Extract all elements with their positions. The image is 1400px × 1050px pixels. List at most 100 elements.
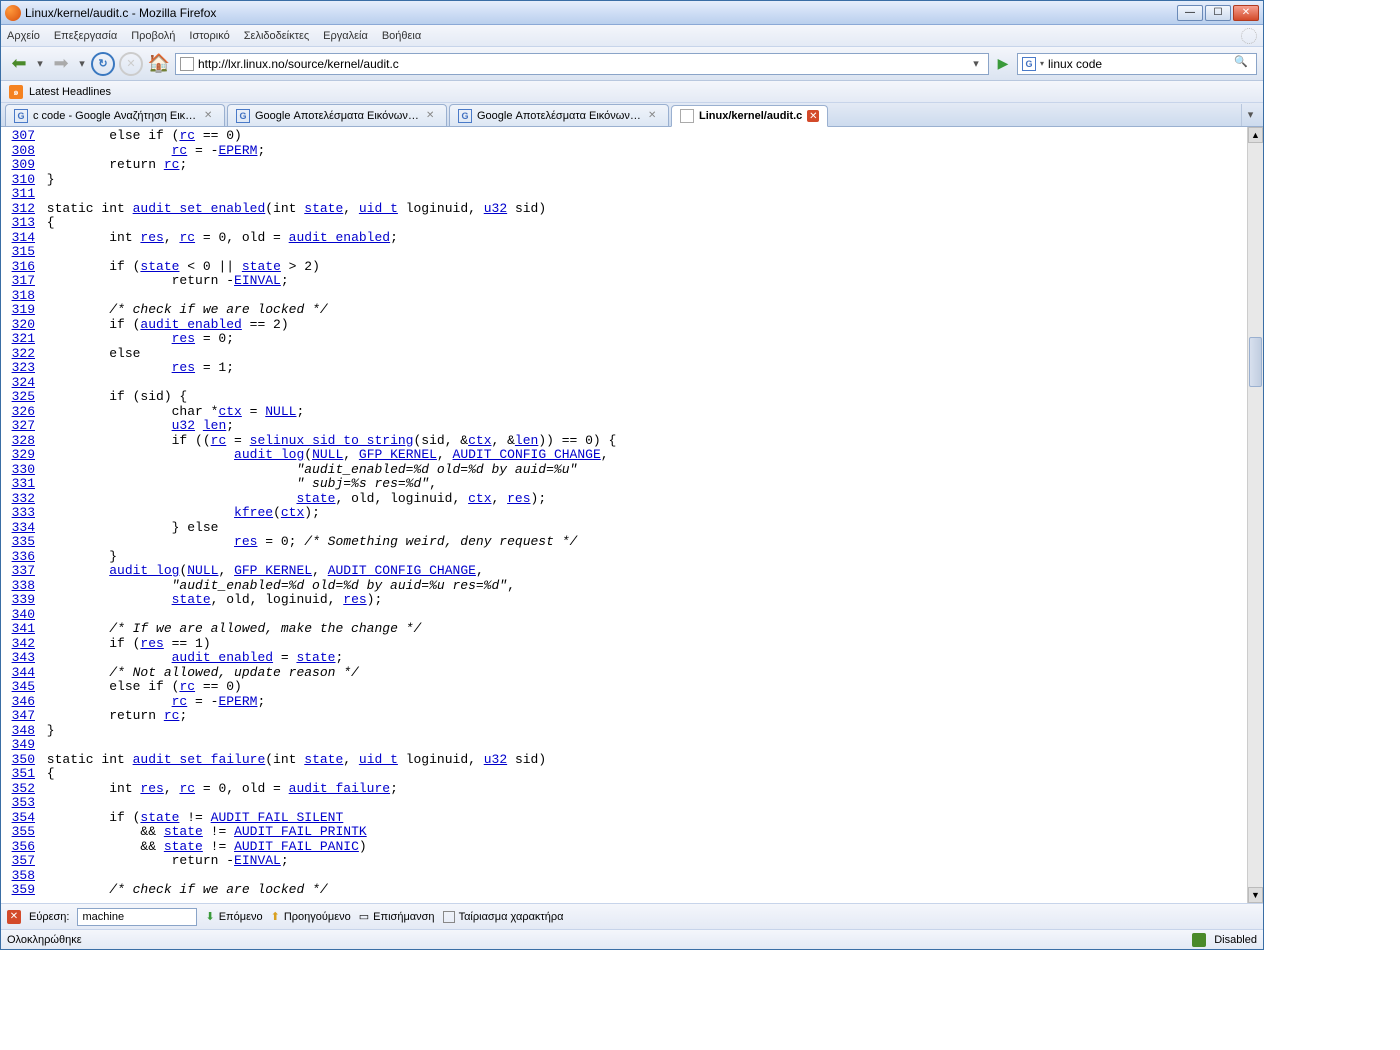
back-button[interactable]: ⬅: [7, 52, 31, 76]
line-number[interactable]: 311: [1, 187, 39, 202]
scroll-up-button[interactable]: ▲: [1248, 127, 1263, 143]
line-number[interactable]: 335: [1, 535, 39, 550]
tab-close-button[interactable]: ✕: [807, 110, 819, 122]
line-number[interactable]: 337: [1, 564, 39, 579]
line-number[interactable]: 352: [1, 782, 39, 797]
tab-1[interactable]: GGoogle Αποτελέσματα Εικόνων για...✕: [227, 104, 447, 126]
url-input[interactable]: [198, 57, 964, 71]
line-number[interactable]: 326: [1, 405, 39, 420]
line-number[interactable]: 323: [1, 361, 39, 376]
line-number[interactable]: 350: [1, 753, 39, 768]
line-number[interactable]: 359: [1, 883, 39, 898]
scroll-thumb[interactable]: [1249, 337, 1262, 387]
line-number[interactable]: 314: [1, 231, 39, 246]
line-number[interactable]: 356: [1, 840, 39, 855]
line-number[interactable]: 333: [1, 506, 39, 521]
menu-help[interactable]: Βοήθεια: [382, 30, 421, 42]
line-number[interactable]: 325: [1, 390, 39, 405]
line-number[interactable]: 316: [1, 260, 39, 275]
line-number[interactable]: 354: [1, 811, 39, 826]
close-button[interactable]: ✕: [1233, 5, 1259, 21]
line-number[interactable]: 332: [1, 492, 39, 507]
back-dropdown[interactable]: ▾: [35, 52, 45, 76]
line-number[interactable]: 324: [1, 376, 39, 391]
find-input[interactable]: [77, 908, 197, 926]
line-number[interactable]: 347: [1, 709, 39, 724]
line-number[interactable]: 309: [1, 158, 39, 173]
line-number[interactable]: 353: [1, 796, 39, 811]
line-number[interactable]: 327: [1, 419, 39, 434]
forward-button[interactable]: ➡: [49, 52, 73, 76]
line-number[interactable]: 315: [1, 245, 39, 260]
line-number[interactable]: 318: [1, 289, 39, 304]
menu-view[interactable]: Προβολή: [131, 30, 175, 42]
url-dropdown[interactable]: ▾: [968, 57, 984, 70]
line-number[interactable]: 321: [1, 332, 39, 347]
search-input[interactable]: [1048, 57, 1230, 71]
line-number[interactable]: 342: [1, 637, 39, 652]
line-number[interactable]: 346: [1, 695, 39, 710]
tab-2[interactable]: GGoogle Αποτελέσματα Εικόνων για...✕: [449, 104, 669, 126]
stop-button[interactable]: ✕: [119, 52, 143, 76]
search-engine-dd[interactable]: ▾: [1040, 59, 1044, 68]
scroll-down-button[interactable]: ▼: [1248, 887, 1263, 903]
find-prev-button[interactable]: ⬆Προηγούμενο: [271, 910, 351, 923]
line-number[interactable]: 351: [1, 767, 39, 782]
line-number[interactable]: 344: [1, 666, 39, 681]
noscript-icon[interactable]: [1192, 933, 1206, 947]
search-bar[interactable]: G ▾ 🔍: [1017, 53, 1257, 75]
tab-close-button[interactable]: ✕: [648, 110, 660, 122]
line-number[interactable]: 348: [1, 724, 39, 739]
go-button[interactable]: ▶: [993, 54, 1013, 74]
line-number[interactable]: 322: [1, 347, 39, 362]
menu-tools[interactable]: Εργαλεία: [323, 30, 368, 42]
line-number[interactable]: 355: [1, 825, 39, 840]
line-number[interactable]: 357: [1, 854, 39, 869]
tab-close-button[interactable]: ✕: [204, 110, 216, 122]
line-number[interactable]: 308: [1, 144, 39, 159]
line-number[interactable]: 341: [1, 622, 39, 637]
line-number[interactable]: 320: [1, 318, 39, 333]
tab-0[interactable]: Gc code - Google Αναζήτηση Εικόνων✕: [5, 104, 225, 126]
line-number[interactable]: 336: [1, 550, 39, 565]
maximize-button[interactable]: ☐: [1205, 5, 1231, 21]
tab-3[interactable]: Linux/kernel/audit.c✕: [671, 105, 828, 127]
line-number[interactable]: 330: [1, 463, 39, 478]
line-number[interactable]: 358: [1, 869, 39, 884]
line-number[interactable]: 334: [1, 521, 39, 536]
line-number[interactable]: 349: [1, 738, 39, 753]
line-number[interactable]: 339: [1, 593, 39, 608]
find-next-button[interactable]: ⬇Επόμενο: [205, 910, 262, 923]
vertical-scrollbar[interactable]: ▲ ▼: [1247, 127, 1263, 903]
tab-close-button[interactable]: ✕: [426, 110, 438, 122]
line-number[interactable]: 345: [1, 680, 39, 695]
tab-list-dropdown[interactable]: ▾: [1241, 104, 1259, 126]
line-number[interactable]: 329: [1, 448, 39, 463]
search-go-icon[interactable]: 🔍: [1234, 55, 1252, 73]
line-number[interactable]: 338: [1, 579, 39, 594]
menu-file[interactable]: Αρχείο: [7, 30, 40, 42]
line-number[interactable]: 343: [1, 651, 39, 666]
menu-bookmarks[interactable]: Σελιδοδείκτες: [244, 30, 309, 42]
forward-dropdown[interactable]: ▾: [77, 52, 87, 76]
find-close-button[interactable]: ✕: [7, 910, 21, 924]
line-number[interactable]: 328: [1, 434, 39, 449]
line-number[interactable]: 312: [1, 202, 39, 217]
line-number[interactable]: 331: [1, 477, 39, 492]
bookmark-latest-headlines[interactable]: Latest Headlines: [29, 86, 111, 98]
menu-edit[interactable]: Επεξεργασία: [54, 30, 117, 42]
line-number[interactable]: 317: [1, 274, 39, 289]
line-number[interactable]: 307: [1, 129, 39, 144]
line-number[interactable]: 310: [1, 173, 39, 188]
titlebar[interactable]: Linux/kernel/audit.c - Mozilla Firefox —…: [1, 1, 1263, 25]
line-number[interactable]: 313: [1, 216, 39, 231]
menu-history[interactable]: Ιστορικό: [189, 30, 229, 42]
reload-button[interactable]: ↻: [91, 52, 115, 76]
home-button[interactable]: 🏠: [147, 52, 171, 76]
line-number[interactable]: 319: [1, 303, 39, 318]
line-number[interactable]: 340: [1, 608, 39, 623]
url-bar[interactable]: ▾: [175, 53, 989, 75]
find-highlight-button[interactable]: ▭Επισήμανση: [359, 910, 435, 923]
find-matchcase-checkbox[interactable]: Ταίριασμα χαρακτήρα: [443, 911, 564, 923]
minimize-button[interactable]: —: [1177, 5, 1203, 21]
